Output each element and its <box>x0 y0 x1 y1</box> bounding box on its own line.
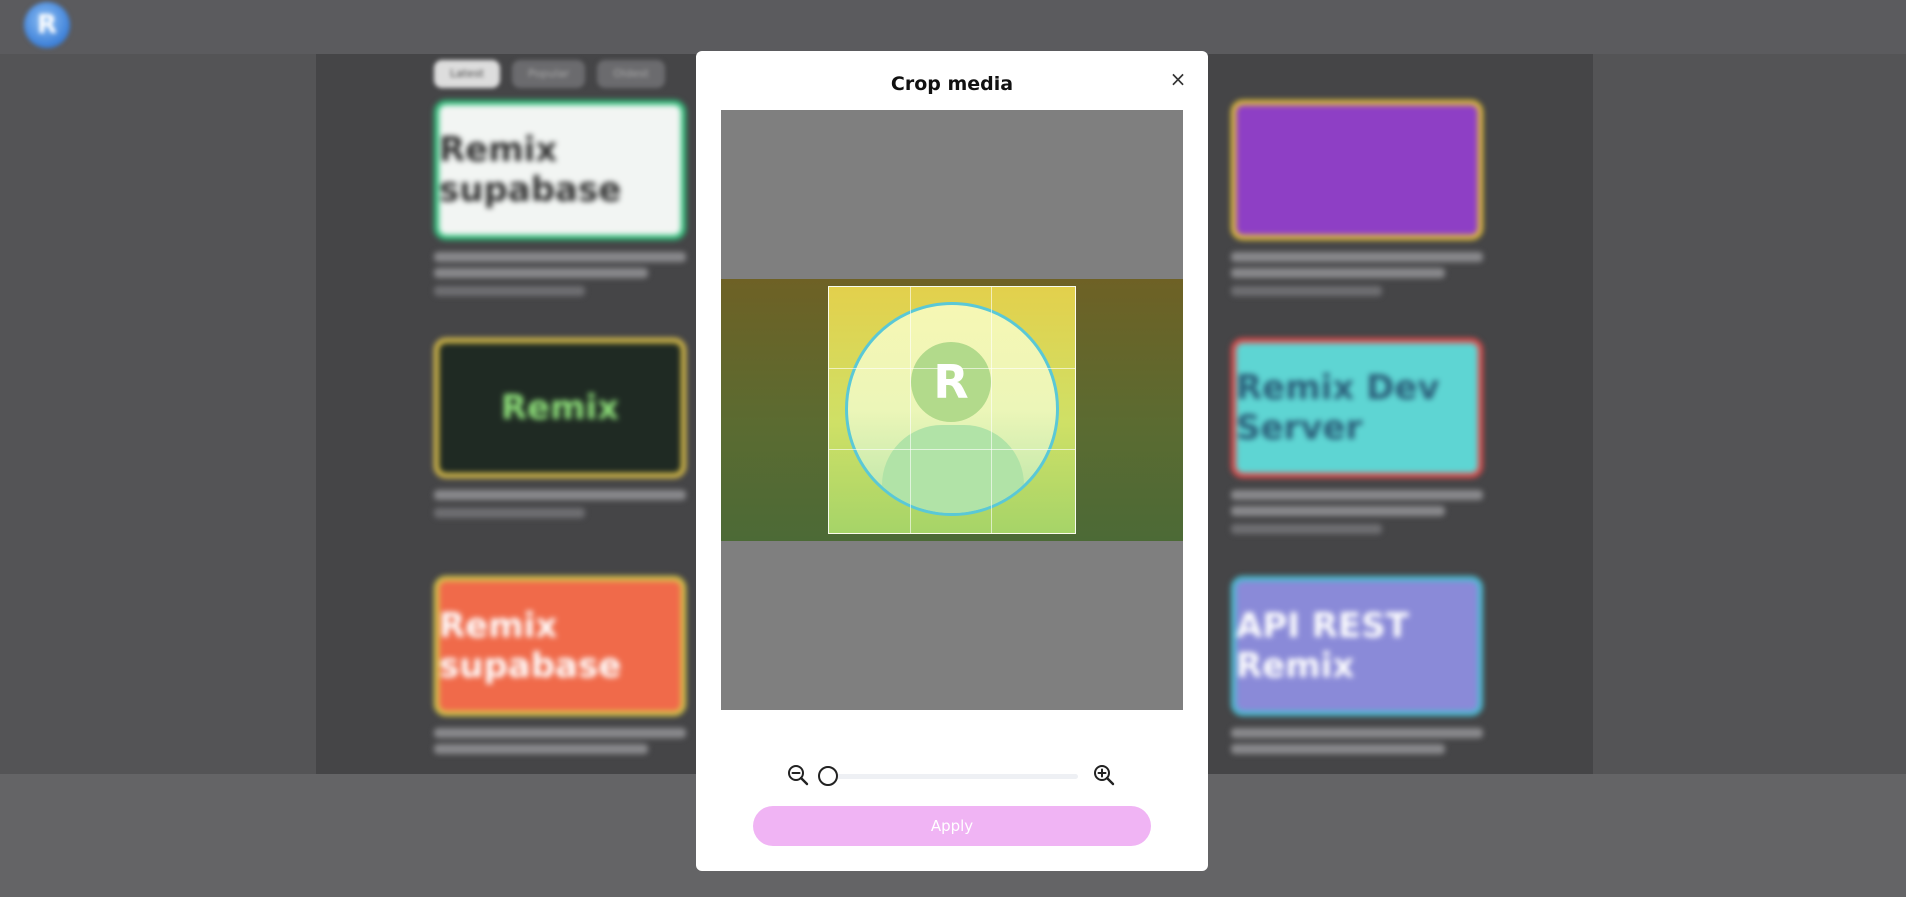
avatar-image: R <box>845 302 1059 516</box>
video-card: Remix supabase <box>434 100 686 296</box>
crop-grid-line <box>991 287 993 533</box>
crop-grid-line <box>910 287 912 533</box>
zoom-in-icon[interactable] <box>1092 763 1116 787</box>
crop-selection[interactable]: R <box>828 286 1076 534</box>
video-thumbnail: Remix Dev Server <box>1231 338 1483 478</box>
chip-latest: Latest <box>434 60 500 88</box>
video-card <box>1231 100 1483 296</box>
crop-grid-line <box>829 368 1075 370</box>
close-button[interactable]: × <box>1166 67 1190 91</box>
video-thumbnail: API REST Remix <box>1231 576 1483 716</box>
video-thumbnail: Remix supabase <box>434 100 686 240</box>
apply-button[interactable]: Apply <box>753 806 1151 846</box>
avatar-logo-letter: R <box>933 355 969 409</box>
zoom-controls <box>786 761 1116 791</box>
app-logo: R <box>24 2 70 48</box>
crop-area[interactable]: R <box>721 110 1183 710</box>
video-card: Remix Dev Server <box>1231 338 1483 534</box>
video-card: API REST Remix <box>1231 576 1483 754</box>
crop-grid-line <box>829 449 1075 451</box>
video-thumbnail <box>1231 100 1483 240</box>
avatar-head: R <box>911 342 991 422</box>
zoom-slider-track[interactable] <box>828 774 1078 779</box>
close-icon: × <box>1169 67 1187 91</box>
chip-popular: Popular <box>512 60 586 88</box>
video-card: Remix <box>434 338 686 518</box>
chip-oldest: Oldest <box>597 60 665 88</box>
filter-chips: Latest Popular Oldest <box>434 60 665 88</box>
video-thumbnail: Remix supabase <box>434 576 686 716</box>
avatar-body-silhouette <box>882 425 1024 513</box>
zoom-slider-thumb[interactable] <box>818 766 838 786</box>
dialog-title: Crop media <box>890 73 1014 95</box>
crop-media-dialog: Crop media × R Apply <box>696 51 1208 871</box>
zoom-out-icon[interactable] <box>786 763 810 787</box>
video-card: Remix supabase <box>434 576 686 754</box>
video-thumbnail: Remix <box>434 338 686 478</box>
background-header: R <box>0 0 1906 54</box>
